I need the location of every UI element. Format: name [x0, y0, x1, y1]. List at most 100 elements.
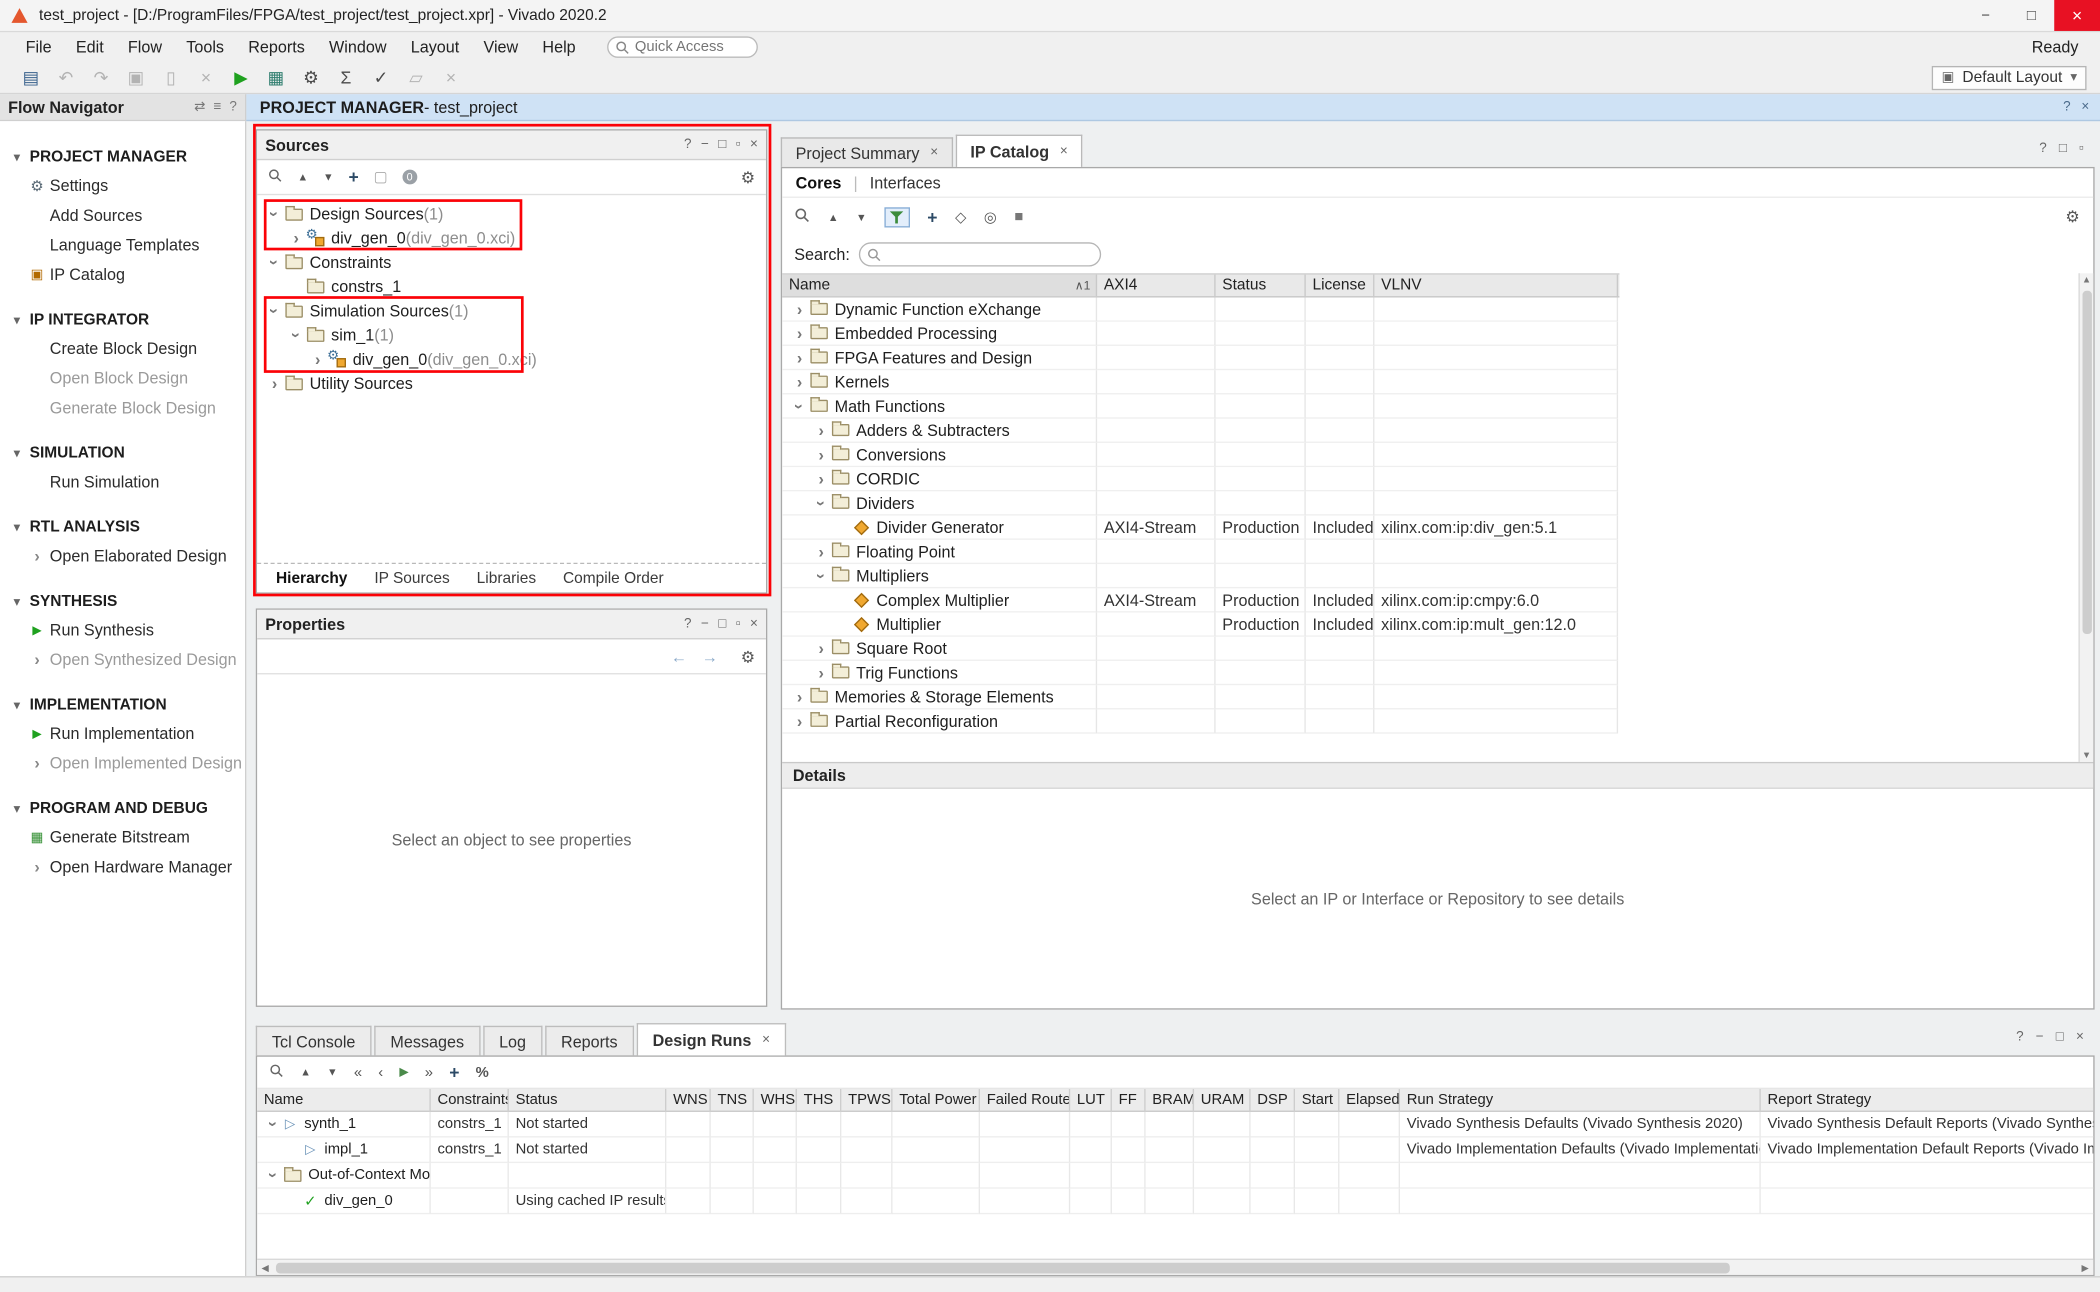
horizontal-scrollbar[interactable]: ◀ ▶: [257, 1259, 2093, 1275]
minimize-button[interactable]: −: [1963, 0, 2009, 31]
settings-gear-icon[interactable]: ⚙: [741, 168, 755, 187]
design-runs-column-header[interactable]: Constraints: [431, 1089, 509, 1111]
design-runs-column-header[interactable]: FF: [1112, 1089, 1146, 1111]
maximize-icon[interactable]: □: [2056, 1030, 2064, 1045]
expand-all-icon[interactable]: ▼: [856, 211, 867, 223]
source-tree-row[interactable]: Simulation Sources (1): [257, 299, 766, 323]
collapse-all-icon[interactable]: ▲: [300, 1066, 311, 1078]
expander-icon[interactable]: [813, 493, 829, 512]
ip-catalog-row[interactable]: Dynamic Function eXchange: [782, 298, 2093, 322]
close-icon[interactable]: ×: [2076, 1030, 2084, 1045]
tab-project-summary[interactable]: Project Summary ×: [781, 137, 953, 167]
expander-icon[interactable]: [792, 396, 808, 415]
design-runs-column-header[interactable]: LUT: [1070, 1089, 1112, 1111]
ip-catalog-row[interactable]: Embedded Processing: [782, 322, 2093, 346]
collapse-all-icon[interactable]: ▲: [828, 211, 839, 223]
design-runs-column-header[interactable]: Elapsed: [1339, 1089, 1400, 1111]
design-runs-column-header[interactable]: Failed Routes: [980, 1089, 1070, 1111]
float-icon[interactable]: ▫: [736, 617, 741, 632]
help-icon[interactable]: ?: [2063, 100, 2070, 115]
run-icon[interactable]: ▶: [223, 67, 258, 89]
source-tree-row[interactable]: sim_1 (1): [257, 323, 766, 347]
source-tree-row[interactable]: Design Sources (1): [257, 202, 766, 226]
tab-cores[interactable]: Cores: [796, 173, 842, 192]
forward-arrow-icon[interactable]: →: [702, 647, 718, 666]
menu-item[interactable]: Flow: [116, 38, 174, 57]
scroll-up-icon[interactable]: ▲: [2082, 273, 2091, 286]
ip-catalog-row[interactable]: Trig Functions: [782, 661, 2093, 685]
tab-reports[interactable]: Reports: [545, 1026, 634, 1056]
source-tree-row[interactable]: div_gen_0 (div_gen_0.xci): [257, 347, 766, 371]
close-icon[interactable]: ×: [2081, 100, 2089, 115]
ip-catalog-row[interactable]: Multiplier Production Included xilinx.co…: [782, 613, 2093, 637]
settings-gear-icon[interactable]: ⚙: [293, 67, 328, 89]
maximize-button[interactable]: □: [2008, 0, 2054, 31]
expander-icon[interactable]: [813, 566, 829, 585]
expander-icon[interactable]: [288, 229, 304, 248]
edit-icon[interactable]: ▱: [398, 67, 433, 89]
ip-catalog-row[interactable]: Conversions: [782, 443, 2093, 467]
design-run-row[interactable]: impl_1 constrs_1 Not started Vivado Impl…: [257, 1138, 2093, 1164]
flow-navigator-row[interactable]: Language Templates: [0, 230, 245, 260]
menu-item[interactable]: Edit: [64, 38, 116, 57]
undo-icon[interactable]: ↶: [48, 67, 83, 89]
expander-icon[interactable]: [792, 687, 808, 706]
ip-catalog-row[interactable]: Partial Reconfiguration: [782, 709, 2093, 733]
flow-navigator-row[interactable]: PROJECT MANAGER: [0, 144, 245, 171]
expander-icon[interactable]: [813, 663, 829, 682]
menu-item[interactable]: Tools: [174, 38, 236, 57]
ip-catalog-row[interactable]: Multipliers: [782, 564, 2093, 588]
flow-navigator-row[interactable]: IMPLEMENTATION: [0, 692, 245, 719]
search-icon[interactable]: [794, 207, 810, 227]
expander-icon[interactable]: [792, 711, 808, 730]
scroll-right-icon[interactable]: ▶: [2077, 1262, 2093, 1273]
expander-icon[interactable]: [310, 350, 326, 369]
back-arrow-icon[interactable]: ←: [671, 647, 687, 666]
menu-item[interactable]: Window: [317, 38, 399, 57]
scroll-left-icon[interactable]: ◀: [257, 1262, 273, 1273]
expander-icon[interactable]: [267, 302, 283, 321]
design-runs-column-header[interactable]: BRAM: [1146, 1089, 1194, 1111]
column-header-license[interactable]: License: [1306, 275, 1375, 297]
stop-icon[interactable]: ■: [1014, 209, 1023, 225]
collapse-all-icon[interactable]: ▲: [298, 171, 309, 183]
maximize-icon[interactable]: □: [718, 137, 726, 152]
tab-messages[interactable]: Messages: [374, 1026, 480, 1056]
expand-all-icon[interactable]: ▼: [323, 171, 334, 183]
scroll-down-icon[interactable]: ▼: [2082, 748, 2091, 761]
close-tab-icon[interactable]: ×: [762, 1033, 770, 1048]
menu-icon[interactable]: ≡: [213, 100, 221, 115]
menu-item[interactable]: File: [13, 38, 63, 57]
source-tree-row[interactable]: Constraints: [257, 250, 766, 274]
target-icon[interactable]: ◎: [984, 208, 997, 226]
flow-navigator-row[interactable]: Run Implementation: [0, 719, 245, 749]
paste-icon[interactable]: ▯: [153, 67, 188, 89]
float-icon[interactable]: ▫: [2079, 141, 2084, 156]
tool-wrench-icon[interactable]: ◇: [955, 208, 966, 226]
source-tree-row[interactable]: constrs_1: [257, 275, 766, 299]
minimize-icon[interactable]: −: [701, 137, 709, 152]
expander-icon[interactable]: [813, 639, 829, 658]
design-runs-column-header[interactable]: THS: [797, 1089, 841, 1111]
ip-catalog-row[interactable]: Complex Multiplier AXI4-Stream Productio…: [782, 588, 2093, 612]
play-run-icon[interactable]: ▶: [399, 1065, 408, 1080]
minimize-icon[interactable]: −: [2036, 1030, 2044, 1045]
column-header-axi4[interactable]: AXI4: [1097, 275, 1215, 297]
flow-navigator-row[interactable]: Open Block Design: [0, 363, 245, 393]
flow-navigator-row[interactable]: Open Elaborated Design: [0, 541, 245, 571]
design-run-row[interactable]: div_gen_0 Using cached IP results: [257, 1189, 2093, 1215]
tab-design-runs[interactable]: Design Runs ×: [636, 1023, 786, 1055]
expander-icon[interactable]: [813, 542, 829, 561]
design-runs-column-header[interactable]: Report Strategy: [1761, 1089, 2094, 1111]
ip-catalog-row[interactable]: Kernels: [782, 370, 2093, 394]
expander-icon[interactable]: [265, 1115, 281, 1134]
expand-all-icon[interactable]: ▼: [327, 1066, 338, 1078]
tab-ip-sources[interactable]: IP Sources: [361, 570, 463, 586]
sum-icon[interactable]: Σ: [328, 67, 363, 87]
source-tree-row[interactable]: div_gen_0 (div_gen_0.xci): [257, 226, 766, 250]
swap-icon[interactable]: ⇄: [194, 100, 205, 115]
expander-icon[interactable]: [813, 445, 829, 464]
next-run-icon[interactable]: »: [425, 1064, 433, 1080]
tab-tcl-console[interactable]: Tcl Console: [256, 1026, 372, 1056]
flow-navigator-row[interactable]: Settings: [0, 171, 245, 201]
